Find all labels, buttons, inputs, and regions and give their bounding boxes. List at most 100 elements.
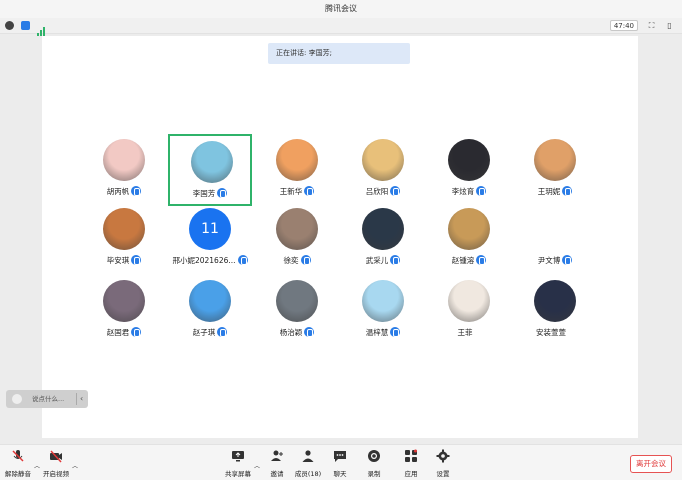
participant-name: 杨治颖 [279,327,303,337]
mic-icon [390,327,401,337]
participant-name-row: 赵子琪 [168,326,252,338]
divider [76,393,77,405]
mic-icon [390,255,401,265]
share-screen-label: 共享屏幕 [225,470,251,478]
window-title: 腾讯会议 [325,4,357,13]
participant-tile[interactable]: 徐奕 [255,203,339,275]
avatar [362,139,404,181]
participant-name: 王菲 [457,327,473,337]
meeting-timer: 47:40 [609,20,638,31]
mic-icon [304,327,315,337]
leave-meeting-button[interactable]: 离开会议 [630,455,672,473]
avatar [103,208,145,250]
participant-tile[interactable]: 王新华 [255,134,339,206]
participant-name: 武采儿 [365,255,389,265]
apps-button[interactable]: 应用 [393,449,429,478]
avatar [103,280,145,322]
unmute-button[interactable]: 解除静音 [0,449,36,478]
mic-icon [131,186,142,196]
avatar [448,139,490,181]
avatar [448,208,490,250]
title-bar: 腾讯会议 [0,0,682,18]
participant-tile[interactable]: 尹文博 [513,203,597,275]
layout-icon[interactable]: ▯ [665,21,674,30]
participant-tile[interactable]: 温梓慧 [341,275,425,347]
participant-name: 尹文博 [537,255,561,265]
chat-label: 聊天 [333,470,347,478]
mic-icon [300,255,311,265]
settings-label: 设置 [436,470,450,478]
mic-icon [476,186,487,196]
members-icon [302,450,314,462]
participant-tile[interactable]: 11 邢小妮2021626... [168,203,252,275]
participant-name: 吕欣阳 [365,186,389,196]
avatar [276,139,318,181]
participant-tile[interactable]: 赵子琪 [168,275,252,347]
participant-name: 王玥妮 [537,186,561,196]
signal-icon [568,327,574,337]
settings-button[interactable]: 设置 [425,449,461,478]
share-screen-button[interactable]: 共享屏幕 [220,449,256,478]
participant-tile[interactable]: 吕欣阳 [341,134,425,206]
participant-name: 赵国君 [106,327,130,337]
participant-name-row: 杨治颖 [255,326,339,338]
participant-name-row: 徐奕 [255,254,339,266]
participant-tile[interactable]: 武采儿 [341,203,425,275]
participant-tile[interactable]: 李炫育 [427,134,511,206]
participant-name-row: 邢小妮2021626... [168,254,252,266]
avatar [189,280,231,322]
participant-name-row: 安装萱萱 [513,326,597,338]
avatar [362,208,404,250]
participant-name-row: 尹文博 [513,254,597,266]
participant-tile[interactable]: 胡丙帆 [82,134,166,206]
avatar [534,280,576,322]
mic-icon [562,255,573,265]
participant-name: 温梓慧 [365,327,389,337]
members-label: 成员(18) [294,470,322,478]
apps-icon [405,449,417,462]
mic-icon [217,188,228,198]
participant-tile[interactable]: 毕安琪 [82,203,166,275]
avatar [276,208,318,250]
camera-off-icon [50,450,62,463]
gear-icon [436,449,450,463]
participant-name-row: 胡丙帆 [82,185,166,197]
collapse-icon[interactable]: ‹ [80,390,83,408]
shield-icon[interactable] [21,21,30,30]
avatar [276,280,318,322]
record-button[interactable]: 录制 [356,449,392,478]
participant-name-row: 武采儿 [341,254,425,266]
invite-icon [271,450,283,461]
mic-icon [217,327,228,337]
comment-placeholder: 说点什么... [32,395,65,403]
participant-tile[interactable]: 王菲 [427,275,511,347]
comment-box[interactable]: 说点什么... ‹ [6,390,88,408]
chat-button[interactable]: 聊天 [322,449,358,478]
info-icon[interactable] [5,21,14,30]
meeting-window: 腾讯会议 47:40 ⛶ ▯ 正在讲话: 李国芳; 胡丙帆 李国芳 王新华 吕欣阳 李炫… [0,0,682,480]
apps-label: 应用 [404,470,418,478]
record-label: 录制 [367,470,381,478]
emoji-icon[interactable] [12,394,22,404]
participant-tile[interactable]: 赵锺溶 [427,203,511,275]
participant-name: 毕安琪 [106,255,130,265]
participant-name-row: 王新华 [255,185,339,197]
start-video-button[interactable]: 开启视频 [38,449,74,478]
signal-icon[interactable] [37,21,46,36]
members-button[interactable]: 成员(18) [290,449,326,478]
participant-tile[interactable]: 赵国君 [82,275,166,347]
avatar [103,139,145,181]
participant-tile[interactable]: 安装萱萱 [513,275,597,347]
participant-tile[interactable]: 李国芳 [168,134,252,206]
start-video-label: 开启视频 [43,470,69,478]
chat-icon [334,451,346,462]
participant-name: 李炫育 [451,186,475,196]
mic-icon [476,255,487,265]
fullscreen-icon[interactable]: ⛶ [647,21,656,30]
participant-tile[interactable]: 杨治颖 [255,275,339,347]
video-options-caret[interactable]: ︿ [72,461,78,470]
info-bar: 47:40 ⛶ ▯ [0,18,682,36]
avatar: 11 [189,208,231,250]
participant-name: 赵子琪 [192,327,216,337]
participant-tile[interactable]: 王玥妮 [513,134,597,206]
